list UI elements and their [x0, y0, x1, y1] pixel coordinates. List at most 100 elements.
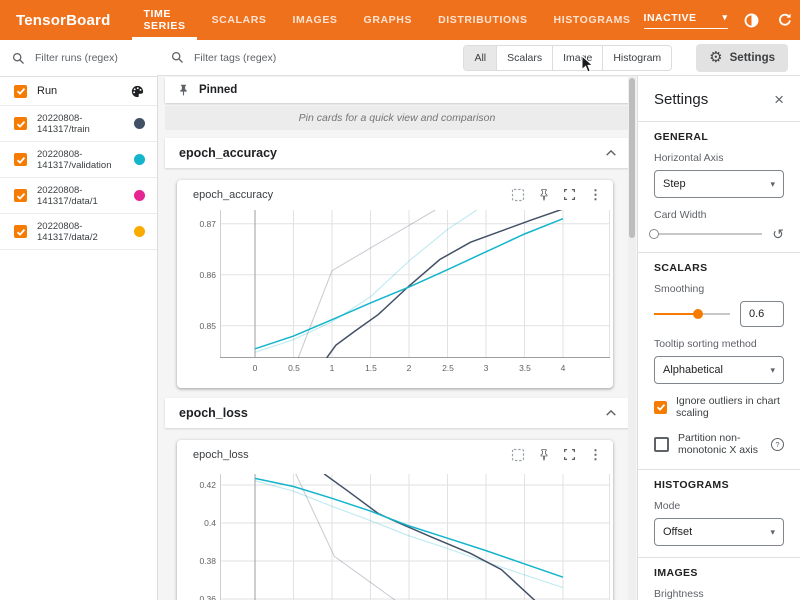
brightness-label: Brightness: [654, 588, 784, 600]
settings-panel: Settings × GENERAL Horizontal Axis Step …: [637, 76, 800, 600]
tooltip-sorting-select[interactable]: Alphabetical ▾: [654, 356, 784, 384]
top-navbar: TensorBoard TIME SERIES SCALARS IMAGES G…: [0, 0, 800, 40]
close-icon[interactable]: ×: [774, 91, 784, 108]
smoothing-slider[interactable]: [654, 307, 730, 321]
tags-filter: [171, 51, 463, 65]
chevron-down-icon: ▾: [723, 12, 728, 23]
epoch-loss-chart[interactable]: 0.360.380.40.42: [220, 474, 610, 600]
ignore-outliers-checkbox[interactable]: [654, 401, 667, 414]
run-color-dot: [134, 226, 145, 237]
tensorboard-app: TensorBoard TIME SERIES SCALARS IMAGES G…: [0, 0, 800, 600]
histogram-mode-label: Mode: [654, 500, 784, 512]
run-row-data-2[interactable]: 20220808-141317/data/2: [0, 214, 157, 250]
runs-header-label: Run: [37, 85, 130, 97]
filter-chip-scalars[interactable]: Scalars: [497, 46, 553, 70]
card-actions: ⋮: [510, 447, 603, 462]
more-options-icon[interactable]: ⋮: [588, 447, 603, 462]
chevron-down-icon: ▾: [770, 527, 775, 538]
status-value: INACTIVE: [644, 12, 697, 24]
pin-icon[interactable]: [536, 447, 551, 462]
smoothing-value-input[interactable]: 0.6: [740, 301, 784, 327]
filter-chip-histogram[interactable]: Histogram: [603, 46, 671, 70]
tab-time-series[interactable]: TIME SERIES: [130, 0, 198, 40]
scalars-heading: SCALARS: [654, 262, 784, 274]
palette-icon[interactable]: [130, 84, 145, 99]
tab-scalars[interactable]: SCALARS: [199, 0, 280, 40]
images-heading: IMAGES: [654, 567, 784, 579]
run-checkbox[interactable]: [14, 189, 27, 202]
runs-filter-input[interactable]: [33, 51, 149, 65]
general-heading: GENERAL: [654, 131, 784, 143]
run-checkbox[interactable]: [14, 225, 27, 238]
tooltip-sorting-label: Tooltip sorting method: [654, 338, 784, 350]
app-logo: TensorBoard: [0, 12, 130, 29]
smoothing-label: Smoothing: [654, 283, 784, 295]
run-checkbox[interactable]: [14, 153, 27, 166]
tag-type-filter-group: All Scalars Image Histogram: [463, 45, 672, 71]
run-color-dot: [134, 190, 145, 201]
card-width-slider[interactable]: [654, 227, 762, 241]
run-label: 20220808-141317/data/2: [37, 221, 134, 243]
card-width-label: Card Width: [654, 209, 784, 221]
partition-x-axis-label: Partition non-monotonic X axis: [678, 432, 762, 456]
epoch-accuracy-chart[interactable]: 0.850.860.8700.511.522.533.54: [220, 210, 610, 358]
run-row-validation[interactable]: 20220808-141317/validation: [0, 142, 157, 178]
chevron-down-icon: ▾: [770, 179, 775, 190]
fit-domain-icon[interactable]: [510, 447, 525, 462]
run-color-dot: [134, 118, 145, 129]
search-icon: [12, 52, 25, 65]
chevron-up-icon[interactable]: [605, 149, 617, 157]
run-checkbox[interactable]: [14, 117, 27, 130]
fit-domain-icon[interactable]: [510, 187, 525, 202]
card-title: epoch_loss: [193, 449, 249, 461]
reset-icon[interactable]: ↺: [772, 227, 784, 241]
horizontal-axis-label: Horizontal Axis: [654, 152, 784, 164]
run-color-dot: [134, 154, 145, 165]
histograms-heading: HISTOGRAMS: [654, 479, 784, 491]
histogram-mode-select[interactable]: Offset ▾: [654, 518, 784, 546]
settings-title: Settings: [654, 91, 708, 108]
pinned-title: Pinned: [199, 84, 237, 96]
run-label: 20220808-141317/data/1: [37, 185, 134, 207]
run-select-all-checkbox[interactable]: [14, 85, 27, 98]
runs-header-row: Run: [0, 77, 157, 106]
section-header-epoch-accuracy[interactable]: epoch_accuracy: [165, 138, 629, 168]
brightness-icon[interactable]: [743, 11, 761, 29]
filter-chip-image[interactable]: Image: [553, 46, 603, 70]
tags-filter-input[interactable]: [192, 51, 463, 65]
fullscreen-icon[interactable]: [562, 447, 577, 462]
reload-status-select[interactable]: INACTIVE ▾: [644, 12, 728, 29]
chevron-down-icon: ▾: [770, 365, 775, 376]
card-title: epoch_accuracy: [193, 189, 273, 201]
fullscreen-icon[interactable]: [562, 187, 577, 202]
partition-x-axis-checkbox[interactable]: [654, 437, 669, 452]
tab-distributions[interactable]: DISTRIBUTIONS: [425, 0, 540, 40]
cards-area: Pinned Pin cards for a quick view and co…: [157, 76, 637, 600]
horizontal-axis-select[interactable]: Step ▾: [654, 170, 784, 198]
run-label: 20220808-141317/train: [37, 113, 134, 135]
tab-images[interactable]: IMAGES: [280, 0, 351, 40]
chevron-up-icon[interactable]: [605, 409, 617, 417]
more-options-icon[interactable]: ⋮: [588, 187, 603, 202]
section-title: epoch_loss: [179, 406, 605, 420]
pinned-section-header: Pinned: [165, 77, 629, 103]
card-actions: ⋮: [510, 187, 603, 202]
help-icon[interactable]: ?: [771, 438, 784, 451]
runs-filter: [0, 40, 157, 77]
section-header-epoch-loss[interactable]: epoch_loss: [165, 398, 629, 428]
search-icon: [171, 51, 184, 64]
runs-sidebar: Run 20220808-141317/train 20220808-14131…: [0, 40, 158, 600]
filter-chip-all[interactable]: All: [464, 46, 497, 70]
main-scrollbar-thumb[interactable]: [629, 78, 635, 238]
run-row-train[interactable]: 20220808-141317/train: [0, 106, 157, 142]
nav-tabs: TIME SERIES SCALARS IMAGES GRAPHS DISTRI…: [130, 0, 643, 40]
pin-icon[interactable]: [536, 187, 551, 202]
navbar-right: INACTIVE ▾ ⚙ ?: [644, 11, 800, 29]
tab-histograms[interactable]: HISTOGRAMS: [541, 0, 644, 40]
tags-toolbar: All Scalars Image Histogram ⚙ Settings: [157, 40, 800, 76]
pin-icon: [177, 83, 190, 97]
run-row-data-1[interactable]: 20220808-141317/data/1: [0, 178, 157, 214]
refresh-icon[interactable]: [776, 11, 794, 29]
tab-graphs[interactable]: GRAPHS: [351, 0, 426, 40]
settings-button[interactable]: ⚙ Settings: [696, 44, 788, 72]
